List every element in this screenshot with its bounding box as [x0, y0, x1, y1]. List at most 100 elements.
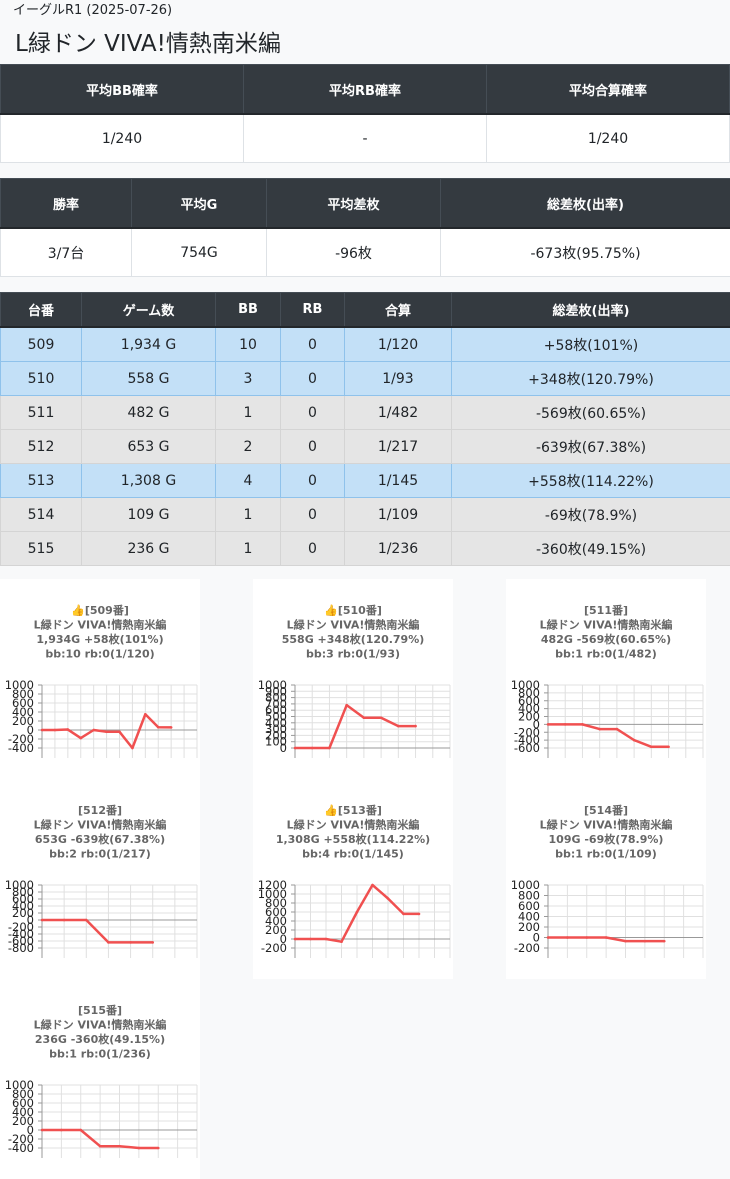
cell-machine-no: 510 [0, 361, 82, 396]
page-title: L緑ドン VIVA!情熱南米編 [15, 31, 281, 57]
chart-511: [511番] L緑ドン VIVA!情熱南米編 482G -569枚(60.65%) b… [506, 579, 706, 779]
header-total-diff: 総差枚(出率) [440, 178, 730, 229]
chart-509: 👍[509番] L緑ドン VIVA!情熱南米編 1,934G +58枚(101%) b… [0, 579, 200, 779]
data-point [371, 883, 374, 887]
cell-rb-count: 0 [280, 429, 345, 464]
header-win-rate: 勝率 [0, 178, 132, 229]
cell-total-prob: 1/145 [344, 463, 452, 498]
data-point [129, 941, 132, 944]
chart-514: [514番] L緑ドン VIVA!情熱南米編 109G -69枚(78.9%) bb:… [506, 779, 706, 979]
data-point [156, 1146, 160, 1150]
cell-games: 1,934 G [81, 326, 216, 362]
cell-rb-count: 0 [280, 497, 345, 532]
cell-rb-count: 0 [280, 463, 345, 498]
y-tick-label: 0 [280, 741, 287, 755]
value-avg-total: 1/240 [486, 113, 730, 163]
cell-diff: +558枚(114.22%) [451, 463, 730, 498]
data-point [397, 724, 400, 728]
data-point [581, 723, 584, 726]
chart-title-line: [514番] [584, 803, 628, 817]
data-point [92, 728, 95, 732]
series-line [42, 918, 153, 944]
cell-diff: +58枚(101%) [451, 326, 730, 362]
data-point [355, 910, 359, 914]
cell-machine-no: 513 [0, 463, 82, 498]
value-avg-bb: 1/240 [0, 113, 244, 163]
cell-machine-no: 514 [0, 497, 82, 532]
data-point [309, 937, 312, 941]
value-avg-rb: - [243, 113, 487, 163]
cell-machine-no: 512 [0, 429, 82, 464]
cell-machine-no: 515 [0, 531, 82, 566]
value-avg-diff: -96枚 [266, 227, 441, 277]
header-avg-total: 平均合算確率 [486, 64, 730, 115]
data-point [137, 1146, 141, 1150]
cell-diff: +348枚(120.79%) [451, 361, 730, 396]
cell-rb-count: 0 [280, 395, 345, 430]
cell-games: 1,308 G [81, 463, 216, 498]
data-point [643, 939, 647, 943]
data-point [293, 937, 297, 941]
data-point [169, 726, 173, 729]
chart-title-line: L緑ドン VIVA!情熱南米編 [287, 618, 420, 632]
data-point [66, 728, 70, 731]
header-bb: BB [215, 292, 281, 328]
data-point [563, 723, 567, 726]
data-point [40, 918, 44, 922]
data-point [624, 939, 627, 943]
chart-title-line: [511番] [584, 603, 628, 617]
data-point [40, 1128, 44, 1132]
probability-summary-table: 平均BB確率 平均RB確率 平均合算確率 1/240 - 1/240 [0, 64, 730, 163]
cell-machine-no: 511 [0, 395, 82, 430]
data-point [131, 746, 134, 750]
data-point [105, 730, 108, 734]
header-total: 合算 [344, 292, 452, 328]
cell-diff: -360枚(49.15%) [451, 531, 730, 566]
cell-total-prob: 1/482 [344, 395, 452, 430]
data-point [667, 745, 670, 749]
chart-title-line: L緑ドン VIVA!情熱南米編 [540, 818, 673, 832]
cell-diff: -569枚(60.65%) [451, 395, 730, 430]
chart-510: 👍[510番] L緑ドン VIVA!情熱南米編 558G +348枚(120.79%… [253, 579, 453, 779]
chart-title-line: L緑ドン VIVA!情熱南米編 [34, 1018, 167, 1032]
table-row: 510 558 G 3 0 1/93 +348枚(120.79%) [0, 361, 730, 396]
y-tick-label: -800 [8, 941, 34, 955]
chart-title-line: 482G -569枚(60.65%) [541, 632, 671, 646]
cell-diff: -639枚(67.38%) [451, 429, 730, 464]
cell-diff: -69枚(78.9%) [451, 497, 730, 532]
data-point [118, 1144, 121, 1148]
chart-title-line: bb:2 rb:0(1/217) [49, 848, 151, 861]
cell-machine-no: 509 [0, 326, 82, 362]
data-point [98, 1144, 102, 1148]
cell-bb-count: 3 [215, 361, 281, 396]
data-point [402, 912, 405, 916]
table-row: 514 109 G 1 0 1/109 -69枚(78.9%) [0, 497, 730, 532]
chart-title-line: L緑ドン VIVA!情熱南米編 [34, 818, 167, 832]
data-point [585, 936, 589, 939]
chart-title-line: 236G -360枚(49.15%) [35, 1032, 165, 1046]
page-header: イーグルR1 (2025-07-26) L緑ドン VIVA!情熱南米編 [0, 0, 730, 64]
header-avg-bb: 平均BB確率 [0, 64, 244, 115]
cell-bb-count: 1 [215, 531, 281, 566]
store-date: イーグルR1 (2025-07-26) [13, 3, 173, 18]
data-point [566, 936, 569, 939]
data-point [662, 939, 666, 943]
data-point [79, 736, 83, 740]
value-avg-games: 754G [131, 227, 267, 277]
data-point [340, 940, 343, 943]
header-games: ゲーム数 [81, 292, 216, 328]
chart-title-line: L緑ドン VIVA!情熱南米編 [34, 618, 167, 632]
cell-bb-count: 1 [215, 395, 281, 430]
cell-games: 236 G [81, 531, 216, 566]
data-point [414, 724, 417, 728]
cell-games: 482 G [81, 395, 216, 430]
chart-title-line: 1,308G +558枚(114.22%) [276, 832, 430, 846]
chart-title-line: 👍[513番] [324, 803, 382, 817]
data-point [60, 1128, 63, 1132]
cell-total-prob: 1/93 [344, 361, 452, 396]
chart-title-line: 1,934G +58枚(101%) [36, 632, 163, 646]
chart-title-line: bb:3 rb:0(1/93) [306, 648, 400, 661]
chart-title-line: [512番] [78, 803, 122, 817]
data-point [62, 918, 66, 922]
data-point [650, 745, 653, 749]
